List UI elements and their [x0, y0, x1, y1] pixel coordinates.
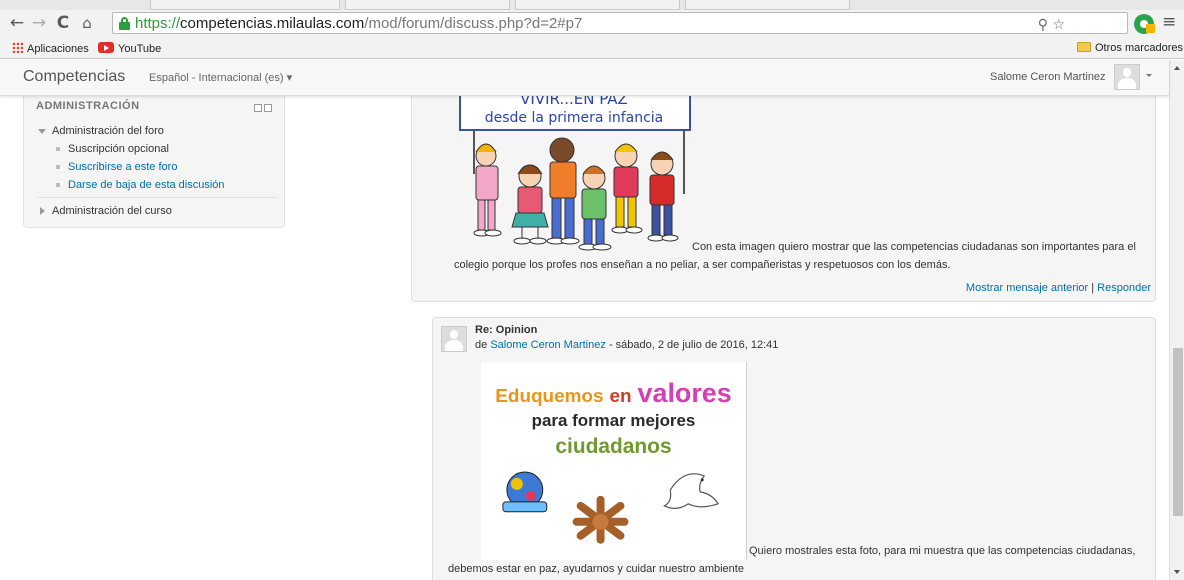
bullet-icon [56, 183, 60, 187]
peace-dove-icon [662, 473, 720, 509]
user-name[interactable]: Salome Ceron Martinez [990, 71, 1106, 83]
scroll-up-arrow-icon[interactable] [1174, 66, 1180, 70]
url-path: /mod/forum/discuss.php?d=2#p7 [364, 15, 583, 32]
dock-block-icon[interactable] [264, 104, 272, 112]
child-figure [511, 164, 549, 245]
reload-icon[interactable]: C [52, 12, 74, 34]
language-menu[interactable]: Español - Internacional (es) ▾ [149, 71, 292, 84]
command-separator: | [1091, 282, 1095, 294]
child-figure [578, 165, 612, 251]
omnibox-actions: ⚲ ☆ [1038, 17, 1065, 33]
site-brand[interactable]: Competencias [23, 68, 125, 86]
post-message-line: Quiero mostrales esta foto, para mi mues… [749, 545, 1136, 557]
child-figure [546, 137, 580, 245]
youtube-icon [98, 42, 114, 53]
bookmark-label: Aplicaciones [27, 43, 89, 55]
image-title-line3: ciudadanos [555, 435, 671, 458]
post-message-line: colegio porque los profes nos enseñan a … [454, 259, 951, 271]
post-subject: Re: Opinion [475, 324, 538, 336]
page-content: ADMINISTRACIÓN Administración del foro S… [0, 96, 1169, 580]
tree-leaf-unsubscribe: Darse de baja de esta discusión [38, 176, 278, 194]
post-message-line: Con esta imagen quiero mostrar que las c… [692, 241, 1136, 253]
child-figure [647, 151, 679, 242]
tree-leaf-optional-subscription: Suscripción opcional [38, 140, 278, 158]
author-avatar[interactable] [441, 326, 467, 352]
joined-hands-icon [572, 495, 629, 544]
extension-badge [1146, 24, 1155, 33]
forward-arrow-icon[interactable]: → [28, 12, 50, 34]
tree-leaf-subscribe: Suscribirse a este foro [38, 158, 278, 176]
banner-line2: desde la primera infancia [485, 110, 664, 126]
values-education-image: Eduquemos en valores para formar mejores c… [481, 362, 747, 560]
bookmarks-bar: Aplicaciones YouTube Otros marcadores [0, 38, 1184, 59]
block-controls [252, 101, 272, 115]
user-menu-caret-icon[interactable] [1146, 74, 1152, 77]
unsubscribe-discussion-link[interactable]: Darse de baja de esta discusión [68, 179, 225, 191]
administration-block: ADMINISTRACIÓN Administración del foro S… [23, 96, 285, 228]
post-commands: Mostrar mensaje anterior | Responder [966, 282, 1151, 294]
show-parent-link[interactable]: Mostrar mensaje anterior [966, 282, 1088, 294]
back-arrow-icon[interactable]: ← [6, 12, 28, 34]
tab-strip [0, 0, 1184, 10]
author-link[interactable]: Salome Ceron Martinez [490, 339, 606, 351]
post-author-line: de Salome Ceron Martinez - sábado, 2 de … [475, 339, 778, 351]
tree-node-forum-admin[interactable]: Administración del foro [38, 122, 278, 140]
tree-node-label: Administración del foro [52, 125, 164, 137]
author-prefix: de [475, 339, 488, 351]
forum-post: Re: Opinion de Salome Ceron Martinez - s… [432, 317, 1156, 580]
bookmark-label: YouTube [118, 43, 162, 55]
admin-tree: Administración del foro Suscripción opci… [38, 122, 278, 220]
expanded-arrow-icon [38, 129, 46, 134]
divider [38, 197, 278, 198]
bullet-icon [56, 165, 60, 169]
image-word-eduquemos: Eduquemos [495, 386, 603, 407]
tree-node-label: Administración del curso [52, 205, 172, 217]
subscribe-forum-link[interactable]: Suscribirse a este foro [68, 161, 177, 173]
lock-icon [119, 17, 130, 30]
bookmark-youtube[interactable]: YouTube [98, 42, 161, 55]
home-icon[interactable]: ⌂ [76, 12, 98, 34]
children-globe-icon [502, 471, 548, 513]
scroll-down-arrow-icon[interactable] [1174, 570, 1180, 574]
other-bookmarks[interactable]: Otros marcadores [1077, 42, 1183, 54]
child-figure [473, 143, 502, 237]
browser-tab[interactable] [345, 0, 510, 10]
reply-link[interactable]: Responder [1097, 282, 1151, 294]
scroll-thumb[interactable] [1173, 348, 1183, 516]
browser-toolbar: ← → C ⌂ https://competencias.milaulas.co… [0, 10, 1184, 38]
forum-post: VIVIR...EN PAZ desde la primera infancia [411, 96, 1156, 302]
post-message-line: debemos estar en paz, ayudarnos y cuidar… [448, 563, 744, 575]
collapse-block-icon[interactable] [254, 104, 262, 112]
other-bookmarks-label: Otros marcadores [1095, 42, 1184, 54]
page-scrollbar[interactable] [1169, 60, 1184, 580]
banner-line1: VIVIR...EN PAZ [520, 96, 628, 108]
bookmark-apps[interactable]: Aplicaciones [12, 42, 89, 55]
peace-children-image: VIVIR...EN PAZ desde la primera infancia [459, 96, 691, 251]
collapsed-arrow-icon [40, 207, 45, 215]
apps-grid-icon [12, 42, 23, 53]
browser-tab[interactable] [685, 0, 850, 10]
image-word-en: en [609, 386, 631, 407]
star-icon[interactable]: ☆ [1052, 17, 1065, 33]
image-title-line1: Eduquemos en valores [495, 378, 731, 408]
zoom-icon[interactable]: ⚲ [1038, 17, 1048, 33]
bullet-icon [56, 147, 60, 151]
image-title-line2: para formar mejores [532, 411, 696, 430]
address-bar[interactable]: https://competencias.milaulas.com/mod/fo… [112, 12, 1128, 34]
tree-leaf-label: Suscripción opcional [68, 143, 169, 155]
site-navbar: Competencias Español - Internacional (es… [0, 60, 1169, 96]
child-figure [611, 143, 643, 234]
post-date: - sábado, 2 de julio de 2016, 12:41 [608, 339, 779, 351]
image-word-valores: valores [638, 378, 732, 408]
url-host: competencias.milaulas.com [180, 15, 365, 32]
url-scheme: https:// [135, 15, 181, 32]
menu-icon[interactable]: ≡ [1162, 12, 1176, 32]
browser-tab[interactable] [515, 0, 680, 10]
url-text: https://competencias.milaulas.com/mod/fo… [135, 15, 582, 32]
browser-tab-active[interactable] [150, 0, 340, 10]
user-avatar[interactable] [1114, 64, 1140, 90]
folder-icon [1077, 42, 1091, 52]
block-title: ADMINISTRACIÓN [36, 100, 140, 112]
tree-node-course-admin[interactable]: Administración del curso [38, 202, 278, 220]
